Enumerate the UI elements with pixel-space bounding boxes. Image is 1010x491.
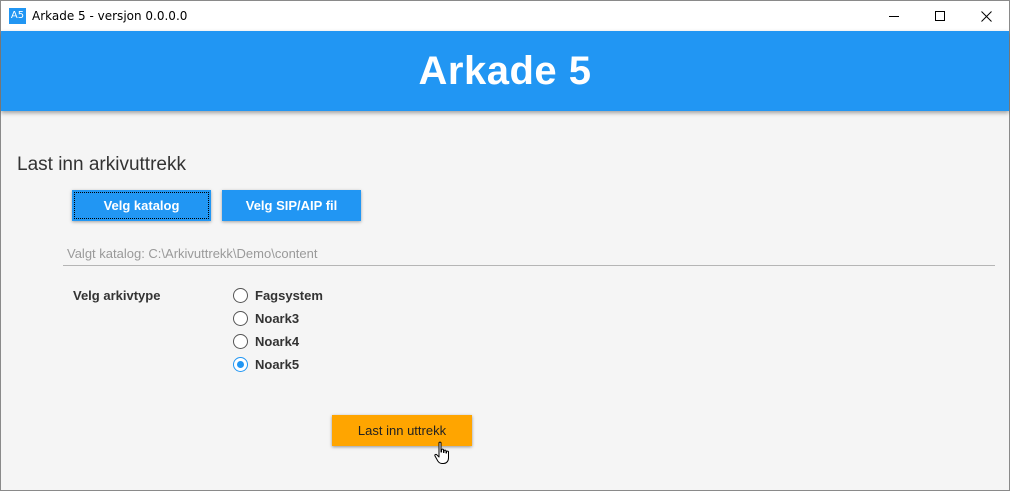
hand-cursor-icon	[434, 441, 449, 464]
header-banner: Arkade 5	[1, 31, 1009, 111]
close-icon	[980, 10, 992, 22]
section-title: Last inn arkivuttrekk	[17, 154, 186, 175]
app-logo-icon: A5	[9, 8, 26, 24]
radio-noark3[interactable]: Noark3	[233, 311, 299, 326]
radio-label: Fagsystem	[255, 288, 323, 303]
radio-label: Noark4	[255, 334, 300, 349]
app-window: A5 Arkade 5 - versjon 0.0.0.0 Arkade 5 L…	[0, 0, 1010, 491]
radio-circle-selected[interactable]	[233, 357, 248, 372]
choose-catalog-button[interactable]: Velg katalog	[72, 190, 211, 221]
maximize-button[interactable]	[917, 1, 963, 31]
minimize-button[interactable]	[871, 1, 917, 31]
minimize-icon	[889, 15, 899, 17]
radio-circle[interactable]	[233, 311, 248, 326]
radio-noark5[interactable]: Noark5	[233, 357, 299, 372]
radio-fagsystem[interactable]: Fagsystem	[233, 288, 323, 303]
maximize-icon	[935, 11, 945, 21]
radio-circle[interactable]	[233, 334, 248, 349]
radio-label: Noark5	[255, 357, 300, 372]
window-title: Arkade 5 - versjon 0.0.0.0	[32, 9, 188, 23]
app-title: Arkade 5	[418, 48, 592, 93]
close-button[interactable]	[963, 1, 1009, 31]
title-bar[interactable]: A5 Arkade 5 - versjon 0.0.0.0	[1, 1, 1009, 31]
radio-circle[interactable]	[233, 288, 248, 303]
selected-catalog-path: Valgt katalog: C:\Arkivuttrekk\Demo\cont…	[67, 246, 318, 261]
choose-sip-aip-button[interactable]: Velg SIP/AIP fil	[222, 190, 361, 221]
radio-noark4[interactable]: Noark4	[233, 334, 299, 349]
radio-label: Noark3	[255, 311, 300, 326]
archive-type-label: Velg arkivtype	[73, 288, 161, 303]
path-underline	[63, 265, 995, 266]
